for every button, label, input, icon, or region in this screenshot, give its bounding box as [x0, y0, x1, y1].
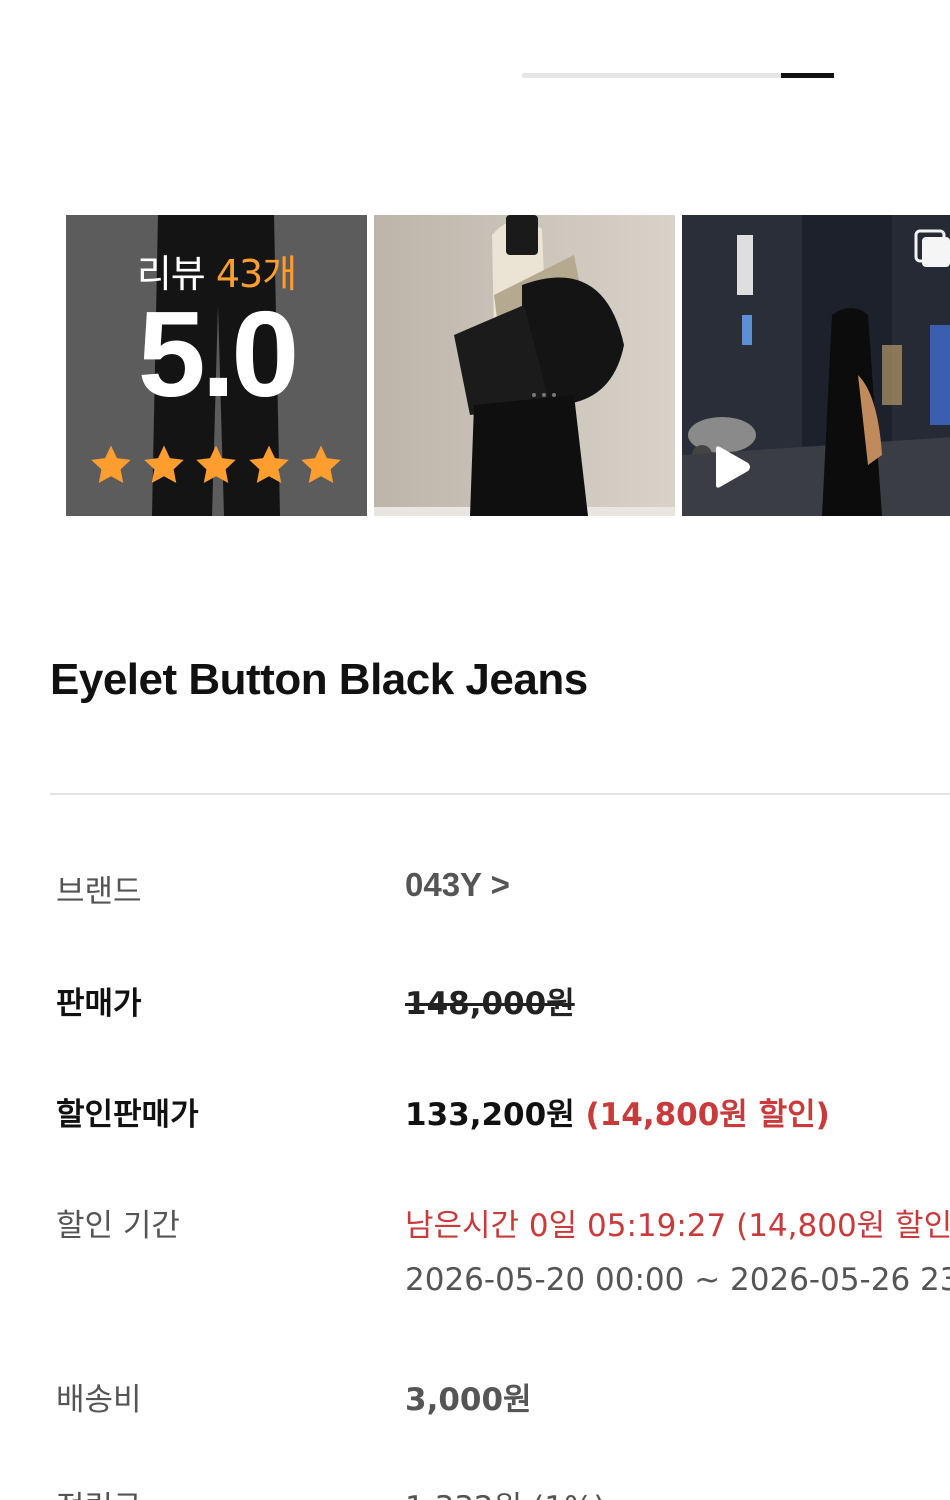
- original-price: 148,000원: [405, 978, 575, 1023]
- star-icon: [196, 445, 236, 484]
- points-label: 적립금: [56, 1482, 142, 1500]
- review-video[interactable]: [682, 215, 950, 516]
- rating-stars: [88, 442, 344, 492]
- star-icon: [301, 445, 341, 484]
- points-value: 1,332원 (1%): [405, 1482, 606, 1500]
- sale-price: 133,200원 (14,800원 할인): [405, 1089, 830, 1134]
- review-thumbnail-strip[interactable]: 리뷰 43개 5.0: [66, 215, 950, 516]
- image-slider-progress: [522, 73, 834, 78]
- star-icon: [143, 445, 184, 484]
- discount-date-range: 2026-05-20 00:00 ~ 2026-05-26 23:59: [405, 1262, 950, 1298]
- discount-remaining-time: 남은시간 0일 05:19:27 (14,800원 할인): [405, 1208, 950, 1244]
- star-icon: [248, 445, 289, 484]
- discount-period-label: 할인 기간: [56, 1208, 180, 1244]
- product-title: Eyelet Button Black Jeans: [50, 655, 588, 704]
- product-detail-page: 리뷰 43개 5.0 Eyelet Button Black Jeans 브랜드…: [0, 0, 950, 1500]
- review-photo[interactable]: [374, 215, 675, 516]
- image-slider-progress-fill: [781, 73, 834, 78]
- star-icon: [91, 445, 131, 484]
- discount-amount: (14,800원 할인): [585, 1097, 830, 1133]
- original-price-value: 148,000원: [405, 986, 575, 1022]
- brand-link[interactable]: 043Y >: [405, 866, 510, 904]
- review-score: 5.0: [137, 286, 300, 422]
- divider: [50, 793, 950, 795]
- review-summary-tile[interactable]: 리뷰 43개 5.0: [66, 215, 367, 516]
- play-icon[interactable]: [706, 443, 754, 491]
- shipping-label: 배송비: [56, 1382, 142, 1418]
- shipping-fee: 3,000원: [405, 1382, 532, 1418]
- sale-price-value: 133,200원: [405, 1097, 575, 1133]
- price-label: 판매가: [56, 986, 142, 1022]
- review-photo-image: [374, 215, 675, 516]
- sale-price-label: 할인판매가: [56, 1097, 199, 1133]
- brand-label: 브랜드: [56, 874, 142, 910]
